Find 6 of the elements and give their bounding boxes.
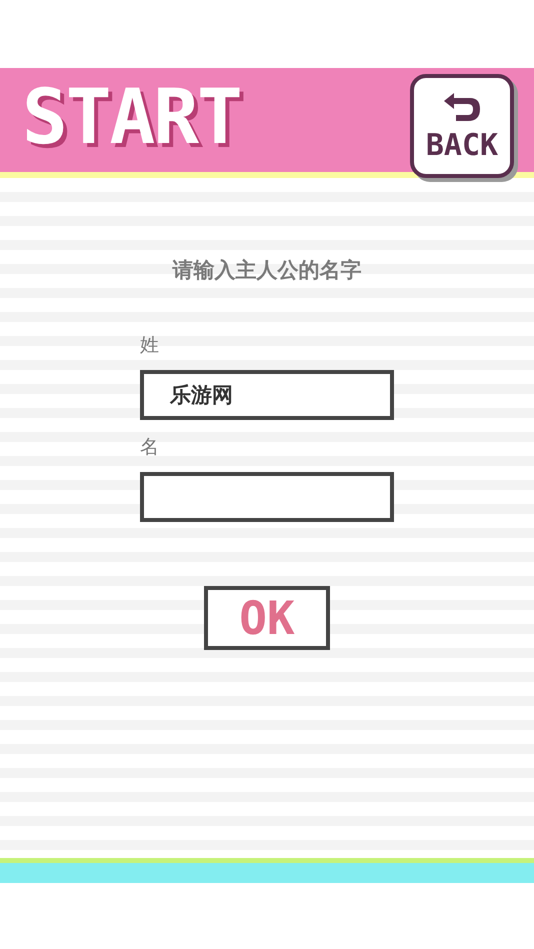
name-field[interactable]: 乐游网: [140, 370, 394, 420]
name-prompt: 请输入主人公的名字: [172, 257, 362, 284]
field-label: 姓: [140, 333, 160, 358]
screen-title: START: [22, 79, 241, 155]
field-label: 名: [140, 435, 160, 460]
name-field[interactable]: [140, 472, 394, 522]
